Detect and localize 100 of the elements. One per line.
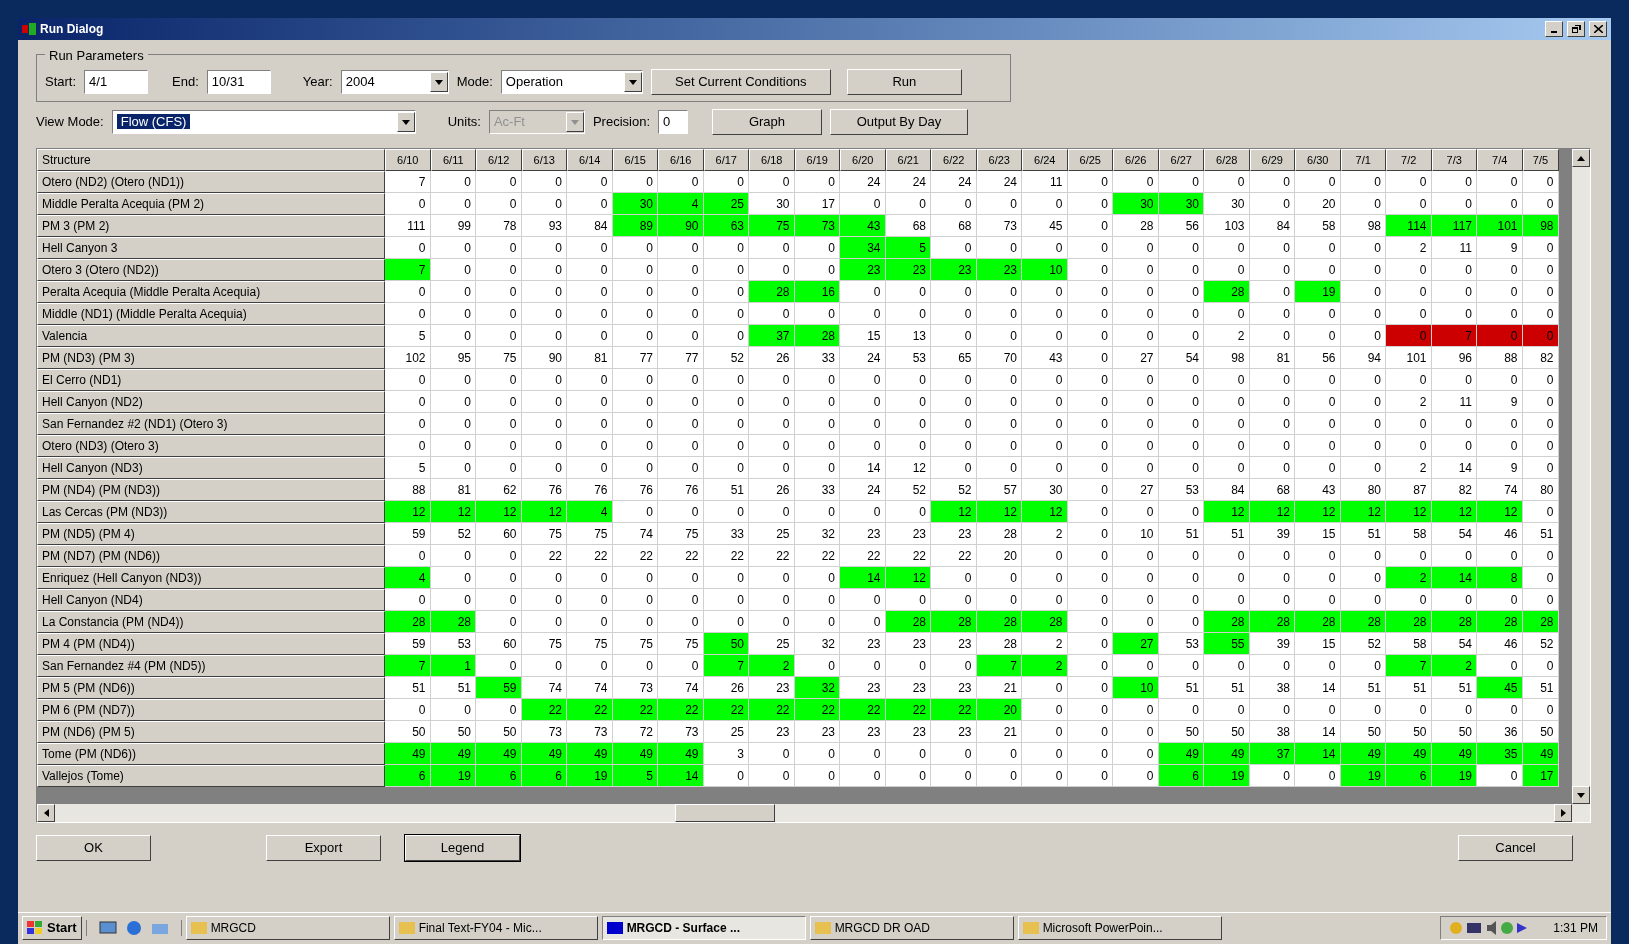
dropdown[interactable]: 2004 — [340, 70, 449, 94]
minimize-button[interactable] — [1545, 21, 1563, 37]
row-header[interactable]: San Fernandez #2 (ND1) (Otero 3) — [37, 413, 385, 435]
desktop-icon[interactable] — [98, 919, 117, 936]
row-header[interactable]: PM (ND5) (PM 4) — [37, 523, 385, 545]
vertical-scrollbar[interactable] — [1572, 149, 1590, 804]
row-header[interactable]: Hell Canyon (ND2) — [37, 391, 385, 413]
table-cell: 0 — [612, 435, 658, 457]
column-header[interactable]: 6/16 — [658, 149, 704, 171]
table-cell: 0 — [1522, 369, 1559, 391]
row-header[interactable]: Enriquez (Hell Canyon (ND3)) — [37, 567, 385, 589]
table-cell: 84 — [1204, 479, 1250, 501]
table-cell: 111 — [385, 215, 431, 237]
table-cell: 0 — [567, 171, 613, 193]
row-header[interactable]: Middle (ND1) (Middle Peralta Acequia) — [37, 303, 385, 325]
column-header[interactable]: 6/22 — [931, 149, 977, 171]
table-cell: 0 — [749, 589, 795, 611]
row-header[interactable]: Otero (ND2) (Otero (ND1)) — [37, 171, 385, 193]
column-header[interactable]: 6/11 — [430, 149, 476, 171]
column-header[interactable]: 7/2 — [1386, 149, 1432, 171]
taskbar-task[interactable]: MRGCD - Surface ... — [601, 915, 806, 940]
column-header[interactable]: 6/18 — [749, 149, 795, 171]
row-header[interactable]: PM 4 (PM (ND4)) — [37, 633, 385, 655]
scroll-up-icon[interactable] — [1572, 149, 1590, 167]
dialog-button[interactable]: Export — [266, 835, 381, 861]
column-header[interactable]: 7/4 — [1477, 149, 1523, 171]
text-field[interactable]: 0 — [658, 110, 688, 134]
column-header[interactable]: 6/24 — [1022, 149, 1068, 171]
dialog-button[interactable]: Output By Day — [830, 109, 968, 135]
column-header[interactable]: 6/20 — [840, 149, 886, 171]
row-header[interactable]: Hell Canyon (ND3) — [37, 457, 385, 479]
table-cell: 49 — [385, 743, 431, 765]
row-header[interactable]: Tome (PM (ND6)) — [37, 743, 385, 765]
field-label: Start: — [45, 73, 77, 92]
row-header[interactable]: Middle Peralta Acequia (PM 2) — [37, 193, 385, 215]
table-cell: 0 — [476, 325, 522, 347]
column-header[interactable]: 7/5 — [1522, 149, 1559, 171]
browser-icon[interactable] — [124, 919, 143, 936]
dialog-button[interactable]: Set Current Conditions — [650, 69, 831, 95]
maximize-button[interactable] — [1567, 21, 1585, 37]
row-header[interactable]: Hell Canyon (ND4) — [37, 589, 385, 611]
column-header[interactable]: 7/1 — [1340, 149, 1386, 171]
row-header[interactable]: Las Cercas (PM (ND3)) — [37, 501, 385, 523]
row-header[interactable]: PM (ND4) (PM (ND3)) — [37, 479, 385, 501]
dialog-button[interactable]: Run — [846, 69, 962, 95]
column-header[interactable]: 6/14 — [567, 149, 613, 171]
row-header[interactable]: Otero 3 (Otero (ND2)) — [37, 259, 385, 281]
scroll-thumb[interactable] — [675, 804, 775, 822]
row-header[interactable]: PM (ND7) (PM (ND6)) — [37, 545, 385, 567]
taskbar-task[interactable]: MRGCD — [185, 915, 390, 940]
table-cell: 0 — [1067, 347, 1113, 369]
dropdown[interactable]: Flow (CFS) — [111, 110, 416, 134]
row-header[interactable]: El Cerro (ND1) — [37, 369, 385, 391]
text-field[interactable]: 4/1 — [84, 70, 149, 94]
taskbar-task[interactable]: Microsoft PowerPoin... — [1017, 915, 1222, 940]
row-header[interactable]: La Constancia (PM (ND4)) — [37, 611, 385, 633]
row-header[interactable]: PM (ND3) (PM 3) — [37, 347, 385, 369]
column-header[interactable]: 6/17 — [703, 149, 749, 171]
taskbar-task[interactable]: MRGCD DR OAD — [809, 915, 1014, 940]
column-header[interactable]: 7/3 — [1431, 149, 1477, 171]
column-header[interactable]: 6/19 — [794, 149, 840, 171]
column-header[interactable]: 6/28 — [1204, 149, 1250, 171]
row-header[interactable]: San Fernandez #4 (PM (ND5)) — [37, 655, 385, 677]
row-header[interactable]: Vallejos (Tome) — [37, 765, 385, 787]
close-button[interactable] — [1589, 21, 1607, 37]
column-header[interactable]: 6/10 — [385, 149, 431, 171]
dialog-button[interactable]: OK — [36, 835, 151, 861]
table-cell: 0 — [931, 765, 977, 787]
row-header[interactable]: Otero (ND3) (Otero 3) — [37, 435, 385, 457]
dialog-button[interactable]: Cancel — [1458, 835, 1573, 861]
column-header[interactable]: 6/21 — [885, 149, 931, 171]
text-field[interactable]: 10/31 — [206, 70, 271, 94]
horizontal-scrollbar[interactable] — [37, 804, 1590, 822]
scroll-down-icon[interactable] — [1572, 786, 1590, 804]
column-header[interactable]: 6/26 — [1113, 149, 1159, 171]
dialog-button[interactable]: Graph — [712, 109, 822, 135]
column-header[interactable]: 6/25 — [1067, 149, 1113, 171]
row-header[interactable]: Valencia — [37, 325, 385, 347]
column-header[interactable]: 6/29 — [1249, 149, 1295, 171]
row-header[interactable]: PM (ND6) (PM 5) — [37, 721, 385, 743]
row-header[interactable]: Peralta Acequia (Middle Peralta Acequia) — [37, 281, 385, 303]
column-header[interactable]: 6/30 — [1295, 149, 1341, 171]
column-header[interactable]: 6/12 — [476, 149, 522, 171]
row-header[interactable]: PM 3 (PM 2) — [37, 215, 385, 237]
scroll-left-icon[interactable] — [37, 804, 55, 822]
taskbar-task[interactable]: Final Text-FY04 - Mic... — [393, 915, 598, 940]
row-header[interactable]: PM 6 (PM (ND7)) — [37, 699, 385, 721]
table-cell: 22 — [567, 699, 613, 721]
column-header[interactable]: 6/27 — [1158, 149, 1204, 171]
dialog-button[interactable]: Legend — [405, 835, 520, 861]
column-header[interactable]: 6/23 — [976, 149, 1022, 171]
column-header[interactable]: 6/15 — [612, 149, 658, 171]
row-header[interactable]: Hell Canyon 3 — [37, 237, 385, 259]
column-header[interactable]: 6/13 — [521, 149, 567, 171]
scroll-right-icon[interactable] — [1554, 804, 1572, 822]
row-header[interactable]: PM 5 (PM (ND6)) — [37, 677, 385, 699]
start-button[interactable]: Start — [22, 915, 82, 940]
dropdown[interactable]: Operation — [500, 70, 643, 94]
table-cell: 0 — [430, 545, 476, 567]
column-header[interactable]: Structure — [37, 149, 385, 171]
